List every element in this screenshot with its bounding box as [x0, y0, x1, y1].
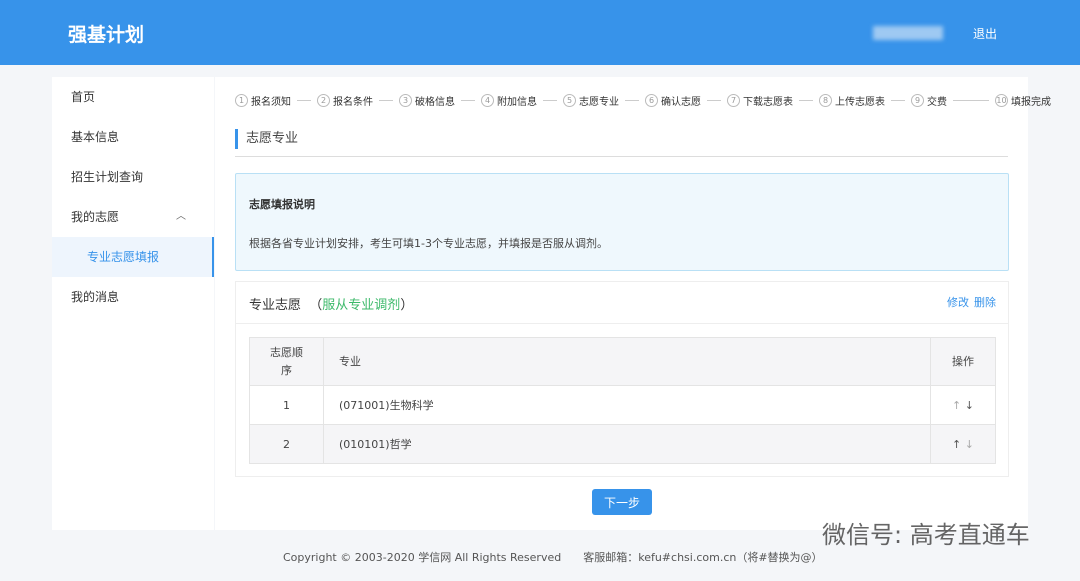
- step-connector: [543, 100, 557, 101]
- edit-link[interactable]: 修改: [947, 296, 969, 309]
- step-connector: [953, 100, 989, 101]
- step-item: 10 填报完成: [995, 93, 1051, 108]
- notice-title: 志愿填报说明: [249, 198, 315, 211]
- order-cell: 1: [249, 385, 324, 425]
- sidebar-item-messages[interactable]: 我的消息: [52, 277, 214, 317]
- sidebar-label: 招生计划查询: [71, 170, 144, 184]
- move-up-icon[interactable]: ↑: [952, 399, 961, 412]
- step-item: 7 下载志愿表: [727, 93, 793, 108]
- step-item: 1 报名须知: [235, 93, 291, 108]
- notice-box: 志愿填报说明 根据各省专业计划安排，考生可填1-3个专业志愿，并填报是否服从调剂…: [235, 173, 1009, 271]
- step-connector: [379, 100, 393, 101]
- step-number: 10: [995, 94, 1008, 107]
- sidebar-item-basic-info[interactable]: 基本信息: [52, 117, 214, 157]
- major-cell: (010101)哲学: [323, 424, 931, 464]
- column-header-order: 志愿顺序: [249, 337, 324, 386]
- copyright: Copyright © 2003-2020 学信网 All Rights Res…: [283, 551, 562, 564]
- sidebar-label: 基本信息: [71, 130, 120, 144]
- step-connector: [625, 100, 639, 101]
- step-connector: [461, 100, 475, 101]
- step-number: 7: [727, 94, 740, 107]
- panel-title-text: 专业志愿: [249, 298, 302, 313]
- step-item: 5 志愿专业: [563, 93, 619, 108]
- move-up-icon[interactable]: ↑: [952, 438, 961, 451]
- sidebar-item-enrollment-plan[interactable]: 招生计划查询: [52, 157, 214, 197]
- header-text: 志愿顺序: [270, 345, 303, 377]
- step-number: 5: [563, 94, 576, 107]
- step-number: 1: [235, 94, 248, 107]
- step-item: 4 附加信息: [481, 93, 537, 108]
- section-title: 志愿专业: [235, 129, 298, 149]
- sidebar: 首页 基本信息 招生计划查询 我的志愿 ︿ 专业志愿填报 我的消息: [52, 77, 214, 530]
- step-label: 上传志愿表: [835, 97, 885, 108]
- step-connector: [707, 100, 721, 101]
- step-label: 确认志愿: [661, 97, 701, 108]
- logout-link[interactable]: 退出: [973, 25, 997, 42]
- panel-title: 专业志愿 （服从专业调剂）: [249, 294, 413, 313]
- sidebar-label: 专业志愿填报: [87, 250, 160, 264]
- obey-adjustment-status: 服从专业调剂: [322, 298, 401, 313]
- step-item: 9 交费: [911, 93, 947, 108]
- major-cell: (071001)生物科学: [323, 385, 931, 425]
- app-title: 强基计划: [68, 24, 145, 46]
- top-header: 强基计划 退出: [0, 0, 1080, 65]
- footer: Copyright © 2003-2020 学信网 All Rights Res…: [283, 549, 823, 565]
- step-label: 下载志愿表: [743, 97, 793, 108]
- major-table: 志愿顺序 专业 操作 1 (071001)生物科学 ↑ ↓ 2 (010101)…: [249, 337, 996, 464]
- sidebar-item-home[interactable]: 首页: [52, 77, 214, 117]
- step-number: 8: [819, 94, 832, 107]
- step-connector: [891, 100, 905, 101]
- sidebar-label: 我的志愿: [71, 210, 120, 224]
- sidebar-item-major-choice[interactable]: 专业志愿填报: [52, 237, 214, 277]
- panel-header: 专业志愿 （服从专业调剂） 修改 删除: [236, 282, 1008, 324]
- step-label: 志愿专业: [579, 97, 619, 108]
- move-down-icon[interactable]: ↓: [965, 438, 974, 451]
- paren: （: [309, 298, 323, 313]
- step-number: 4: [481, 94, 494, 107]
- table-row: 2 (010101)哲学 ↑ ↓: [249, 424, 996, 464]
- step-number: 6: [645, 94, 658, 107]
- step-progress: 1 报名须知 2 报名条件 3 破格信息 4 附加信息 5 志愿专业 6 确认志愿 7 下载志愿表 8 上传志…: [235, 93, 1051, 108]
- main-content: 1 报名须知 2 报名条件 3 破格信息 4 附加信息 5 志愿专业 6 确认志愿 7 下载志愿表 8 上传志…: [215, 77, 1051, 530]
- step-label: 交费: [927, 97, 947, 108]
- step-number: 2: [317, 94, 330, 107]
- step-label: 附加信息: [497, 97, 537, 108]
- username-blurred: [873, 26, 943, 40]
- order-cell: 2: [249, 424, 324, 464]
- sidebar-label: 我的消息: [71, 290, 120, 304]
- step-number: 9: [911, 94, 924, 107]
- paren: ）: [400, 298, 414, 313]
- step-label: 填报完成: [1011, 97, 1051, 108]
- sidebar-label: 首页: [71, 90, 96, 104]
- step-item: 8 上传志愿表: [819, 93, 885, 108]
- notice-text: 根据各省专业计划安排，考生可填1-3个专业志愿，并填报是否服从调剂。: [249, 237, 608, 250]
- column-header-major: 专业: [323, 337, 931, 386]
- support-email: 客服邮箱：kefu#chsi.com.cn（将#替换为@）: [583, 551, 823, 564]
- major-choice-panel: 专业志愿 （服从专业调剂） 修改 删除 志愿顺序 专业 操作 1 (071001)…: [235, 281, 1009, 477]
- watermark: 微信号: 高考直通车: [822, 521, 1030, 549]
- step-label: 报名条件: [333, 97, 373, 108]
- step-number: 3: [399, 94, 412, 107]
- step-connector: [297, 100, 311, 101]
- section-header: 志愿专业: [235, 127, 1008, 157]
- delete-link[interactable]: 删除: [974, 296, 996, 309]
- step-label: 报名须知: [251, 97, 291, 108]
- chevron-up-icon: ︿: [176, 211, 186, 222]
- move-down-icon[interactable]: ↓: [965, 399, 974, 412]
- table-row: 1 (071001)生物科学 ↑ ↓: [249, 385, 996, 425]
- sidebar-item-my-choices[interactable]: 我的志愿 ︿: [52, 197, 214, 237]
- step-item: 2 报名条件: [317, 93, 373, 108]
- step-connector: [799, 100, 813, 101]
- step-item: 3 破格信息: [399, 93, 455, 108]
- step-label: 破格信息: [415, 97, 455, 108]
- column-header-actions: 操作: [930, 337, 996, 386]
- next-step-button[interactable]: 下一步: [592, 489, 652, 515]
- step-item: 6 确认志愿: [645, 93, 701, 108]
